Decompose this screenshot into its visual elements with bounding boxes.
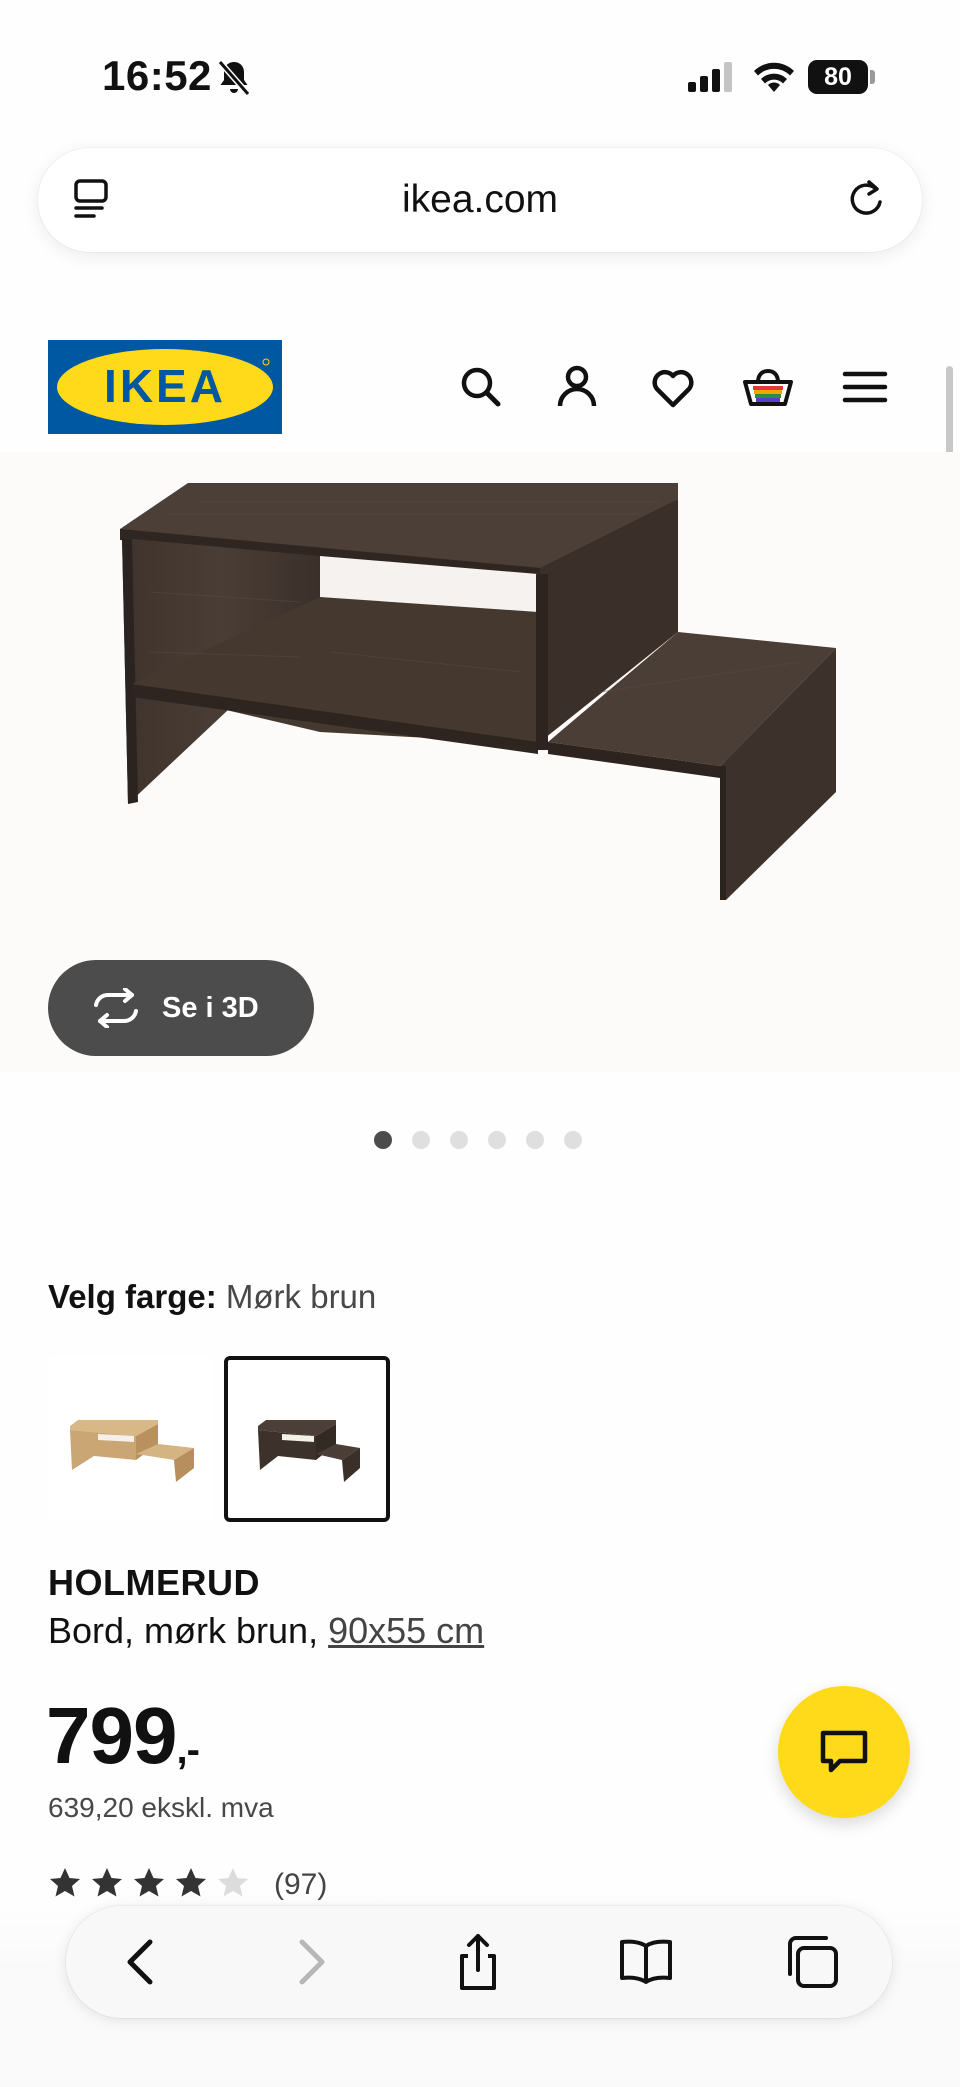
product-image[interactable]: Se i 3D (0, 452, 960, 1072)
bookmarks-icon[interactable] (616, 1932, 676, 1992)
ikea-logo-text: IKEA (104, 360, 226, 412)
product-description-text: Bord, mørk brun, (48, 1610, 319, 1651)
forward-icon[interactable] (280, 1932, 340, 1992)
color-swatch-light-oak[interactable] (48, 1356, 214, 1522)
reload-icon[interactable] (844, 176, 890, 227)
account-icon[interactable] (552, 362, 602, 412)
status-bar: 16:52 80 (0, 0, 960, 140)
wifi-icon (752, 58, 796, 97)
product-price: 799,- (46, 1690, 200, 1782)
share-icon[interactable] (448, 1932, 508, 1992)
rating-count[interactable]: (97) (274, 1868, 327, 1902)
view-3d-label: Se i 3D (162, 992, 259, 1024)
price-value: 799 (46, 1691, 177, 1780)
address-bar[interactable]: ikea.com (38, 148, 922, 252)
browser-toolbar (66, 1906, 892, 2018)
pagination-dot[interactable] (564, 1131, 582, 1149)
chat-button[interactable] (778, 1686, 910, 1818)
tabs-icon[interactable] (782, 1932, 842, 1992)
pagination-dot[interactable] (488, 1131, 506, 1149)
back-icon[interactable] (112, 1932, 172, 1992)
menu-icon[interactable] (840, 362, 890, 412)
price-suffix: ,- (176, 1728, 199, 1772)
basket-icon[interactable] (742, 362, 793, 412)
rotate-3d-icon (90, 987, 142, 1033)
battery-percent: 80 (824, 63, 852, 91)
view-3d-button[interactable]: Se i 3D (48, 960, 314, 1056)
silent-bell-icon (216, 58, 252, 103)
pagination-dot[interactable] (450, 1131, 468, 1149)
pagination-dot[interactable] (412, 1131, 430, 1149)
pagination-dot[interactable] (526, 1131, 544, 1149)
color-selector-label: Velg farge: Mørk brun (48, 1278, 376, 1316)
product-description: Bord, mørk brun, 90x55 cm (48, 1610, 484, 1652)
color-label-value: Mørk brun (225, 1278, 377, 1315)
url-text[interactable]: ikea.com (38, 178, 922, 222)
battery-icon: 80 (808, 60, 875, 94)
product-name: HOLMERUD (48, 1562, 260, 1603)
chat-bubble-icon (820, 1730, 868, 1773)
product-dimensions-link[interactable]: 90x55 cm (328, 1610, 484, 1651)
price-ex-vat: 639,20 ekskl. mva (48, 1792, 274, 1823)
pagination-dot[interactable] (374, 1131, 392, 1149)
status-time: 16:52 (102, 52, 212, 99)
cellular-signal-icon (688, 62, 736, 97)
heart-icon[interactable] (648, 362, 698, 412)
ikea-logo[interactable]: IKEA (48, 340, 282, 434)
search-icon[interactable] (456, 362, 506, 412)
color-label-key: Velg farge: (48, 1278, 217, 1315)
color-swatch-dark-brown[interactable] (224, 1356, 390, 1522)
